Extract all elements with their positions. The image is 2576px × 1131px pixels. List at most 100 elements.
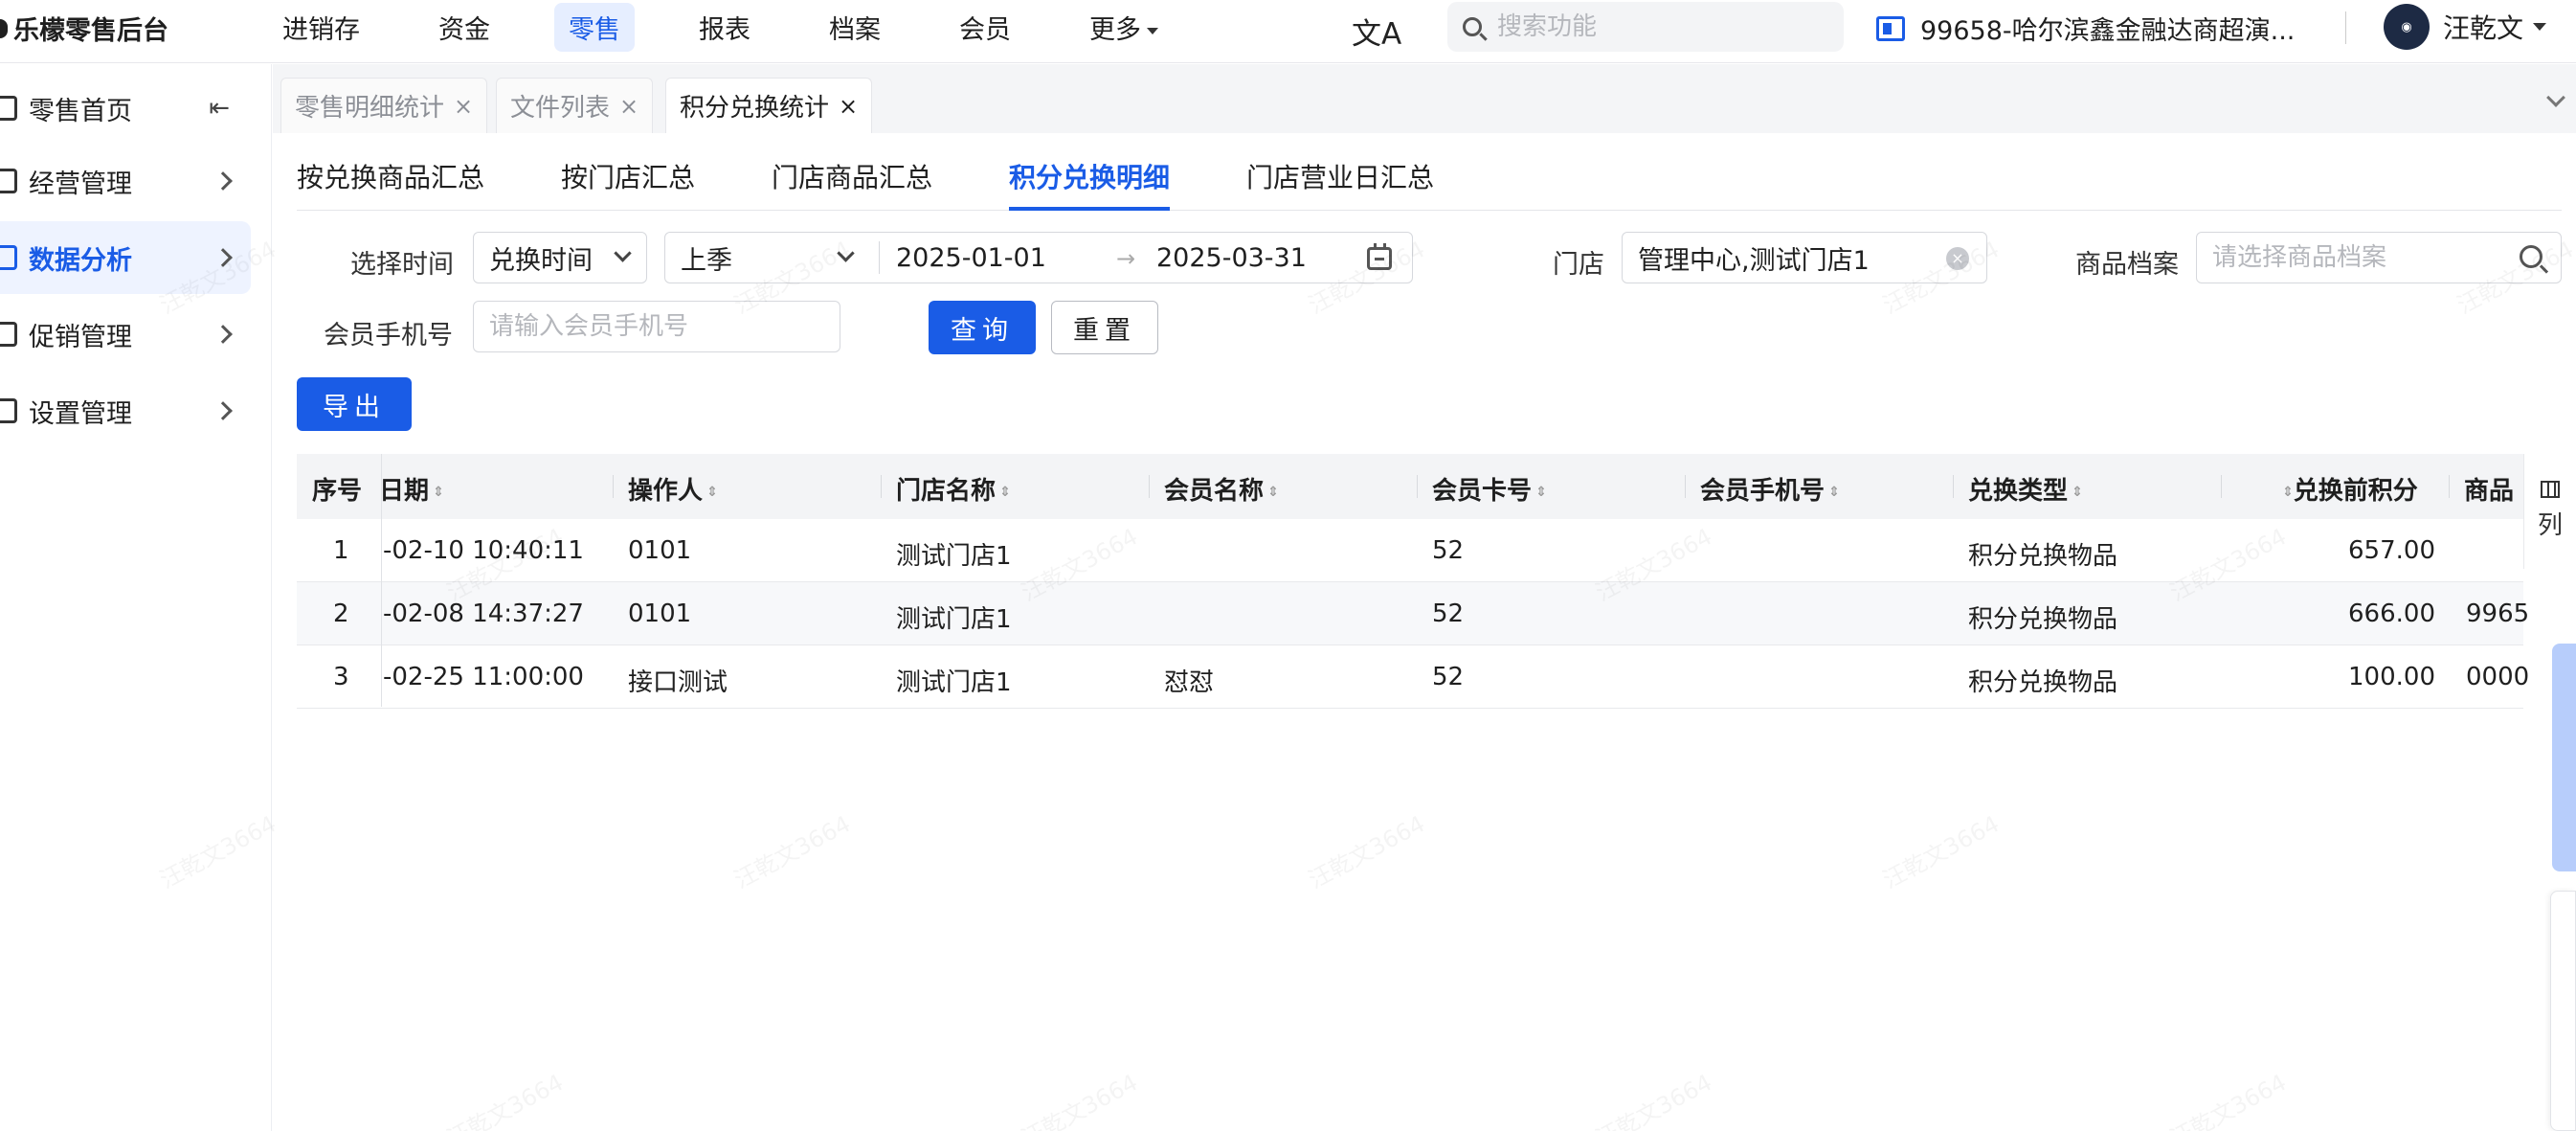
col-header-date[interactable]: 日期 ⇕ — [379, 471, 444, 507]
sidebar-item-settings[interactable]: 设置管理 — [0, 374, 251, 447]
store-switcher[interactable]: 99658-哈尔滨鑫金融达商超演... — [1876, 10, 2295, 47]
tab-file-list[interactable]: 文件列表 × — [496, 78, 654, 133]
collapse-sidebar-icon[interactable]: ⇤ — [209, 94, 230, 123]
sidebar-item-promotions[interactable]: 促销管理 — [0, 298, 251, 371]
store-select-value: 管理中心,测试门店1 — [1638, 245, 1870, 276]
watermark: 汪乾文3664 — [440, 1064, 569, 1131]
table-row[interactable]: 1 -02-10 10:40:11 0101 测试门店1 52 积分兑换物品 6… — [297, 519, 2523, 582]
divider — [1953, 475, 1954, 498]
col-header-member-phone[interactable]: 会员手机号 ⇕ — [1700, 471, 1840, 507]
nav-item-retail[interactable]: 零售 — [554, 2, 635, 52]
col-header-operator[interactable]: 操作人 ⇕ — [628, 471, 718, 507]
brand-title: 乐檬零售后台 — [13, 16, 168, 46]
report-sub-tabs: 按兑换商品汇总 按门店汇总 门店商品汇总 积分兑换明细 门店营业日汇总 — [297, 153, 2562, 211]
divider — [613, 475, 614, 498]
watermark: 汪乾文3664 — [1015, 1064, 1143, 1131]
cell-product: 9965 — [2466, 599, 2530, 628]
cell-exchange-type: 积分兑换物品 — [1968, 605, 2118, 634]
cell-points-before: 100.00 — [2348, 663, 2435, 691]
divider — [381, 454, 382, 707]
floating-help-tab[interactable] — [2552, 644, 2576, 871]
table-row[interactable]: 2 -02-08 14:37:27 0101 测试门店1 52 积分兑换物品 6… — [297, 582, 2529, 645]
product-archive-label: 商品档案 — [2075, 250, 2179, 280]
col-header-product[interactable]: 商品 — [2464, 471, 2523, 507]
cell-product: 0000 — [2466, 663, 2530, 691]
sidebar-item-label: 设置管理 — [29, 398, 132, 429]
store-select[interactable]: 管理中心,测试门店1 × — [1622, 232, 1987, 283]
chart-icon — [0, 245, 17, 270]
chevron-down-icon[interactable] — [2546, 88, 2565, 107]
nav-item-reports[interactable]: 报表 — [684, 3, 765, 52]
chevron-down-icon — [837, 244, 855, 262]
close-icon[interactable]: × — [619, 93, 638, 120]
cell-card-no: 52 — [1432, 599, 1465, 628]
page-tabs: 零售明细统计 × 文件列表 × 积分兑换统计 × — [273, 64, 2576, 133]
close-icon[interactable]: × — [839, 93, 858, 120]
col-header-label: 兑换类型 — [1968, 477, 2069, 506]
col-header-exchange-type[interactable]: 兑换类型 ⇕ — [1968, 471, 2083, 507]
calendar-icon[interactable] — [1367, 243, 1392, 270]
reset-button[interactable]: 重置 — [1051, 301, 1158, 354]
table-row[interactable]: 3 -02-25 11:00:00 接口测试 测试门店1 怼怼 52 积分兑换物… — [297, 645, 2529, 709]
col-header-member-name[interactable]: 会员名称 ⇕ — [1164, 471, 1279, 507]
cell-no: 2 — [333, 599, 349, 628]
nav-item-archives[interactable]: 档案 — [815, 3, 895, 52]
date-end[interactable]: 2025-03-31 — [1156, 243, 1307, 273]
cell-no: 1 — [333, 536, 349, 565]
chevron-down-icon — [614, 244, 632, 262]
col-header-points-before[interactable]: ⇕兑换前积分 — [2278, 471, 2418, 507]
subtab-store-daily-summary[interactable]: 门店营业日汇总 — [1246, 157, 1434, 211]
divider — [881, 475, 882, 498]
top-bar: 乐檬零售后台 进销存 资金 零售 报表 档案 会员 更多 文A 99658-哈尔… — [0, 0, 2576, 63]
member-phone-input[interactable] — [473, 301, 840, 352]
user-menu[interactable]: ◉ 汪乾文 — [2384, 4, 2547, 50]
nav-item-members[interactable]: 会员 — [945, 3, 1025, 52]
col-header-label: 门店名称 — [896, 477, 997, 506]
date-start[interactable]: 2025-01-01 — [896, 243, 1046, 273]
cell-points-before: 657.00 — [2348, 536, 2435, 565]
function-search[interactable] — [1447, 2, 1844, 52]
watermark: 汪乾文3664 — [1589, 1064, 1717, 1131]
chevron-right-icon — [213, 248, 233, 267]
sidebar-item-retail-home[interactable]: 零售首页 ⇤ — [0, 72, 251, 145]
app-brand[interactable]: 乐檬零售后台 — [0, 10, 168, 47]
column-settings-label: 列 — [2537, 511, 2563, 540]
col-header-card-no[interactable]: 会员卡号 ⇕ — [1432, 471, 1547, 507]
export-button[interactable]: 导出 — [297, 377, 412, 431]
store-switcher-label: 99658-哈尔滨鑫金融达商超演... — [1920, 16, 2296, 46]
subtab-by-store[interactable]: 按门店汇总 — [561, 157, 695, 211]
nav-item-funds[interactable]: 资金 — [424, 3, 504, 52]
subtab-points-exchange-detail[interactable]: 积分兑换明细 — [1009, 157, 1171, 211]
function-search-input[interactable] — [1497, 12, 1823, 41]
sidebar-item-label: 经营管理 — [29, 169, 132, 199]
time-type-select[interactable]: 兑换时间 — [473, 232, 647, 283]
cell-points-before: 666.00 — [2348, 599, 2435, 628]
tab-points-exchange-stats[interactable]: 积分兑换统计 × — [665, 78, 873, 133]
cell-operator: 0101 — [628, 536, 692, 565]
col-header-store[interactable]: 门店名称 ⇕ — [896, 471, 1011, 507]
tab-label: 文件列表 — [510, 94, 611, 123]
close-icon[interactable]: × — [454, 93, 473, 120]
column-settings-button[interactable]: 列 — [2523, 454, 2576, 569]
tab-retail-detail-stats[interactable]: 零售明细统计 × — [280, 78, 488, 133]
search-icon[interactable] — [2520, 245, 2542, 268]
sidebar-item-data-analysis[interactable]: 数据分析 — [0, 221, 251, 294]
nav-item-inventory[interactable]: 进销存 — [268, 3, 374, 52]
query-button[interactable]: 查询 — [929, 301, 1036, 354]
sidebar: 零售首页 ⇤ 经营管理 数据分析 促销管理 设置管理 — [0, 64, 272, 1131]
arrow-right-icon: → — [1116, 245, 1136, 272]
sort-icon: ⇕ — [999, 484, 1011, 500]
product-archive-input[interactable] — [2196, 232, 2562, 283]
operations-icon — [0, 169, 17, 193]
sidebar-item-operations[interactable]: 经营管理 — [0, 145, 251, 217]
building-icon — [1876, 15, 1905, 41]
promotion-icon — [0, 322, 17, 347]
subtab-by-exchange-product[interactable]: 按兑换商品汇总 — [297, 157, 484, 211]
subtab-store-product[interactable]: 门店商品汇总 — [772, 157, 932, 211]
clear-icon[interactable]: × — [1946, 247, 1969, 270]
translate-icon[interactable]: 文A — [1352, 10, 1401, 53]
sort-icon: ⇕ — [2282, 484, 2294, 500]
floating-service-panel[interactable] — [2550, 891, 2576, 1131]
time-label: 选择时间 — [350, 250, 454, 280]
nav-item-more[interactable]: 更多 — [1075, 3, 1173, 52]
